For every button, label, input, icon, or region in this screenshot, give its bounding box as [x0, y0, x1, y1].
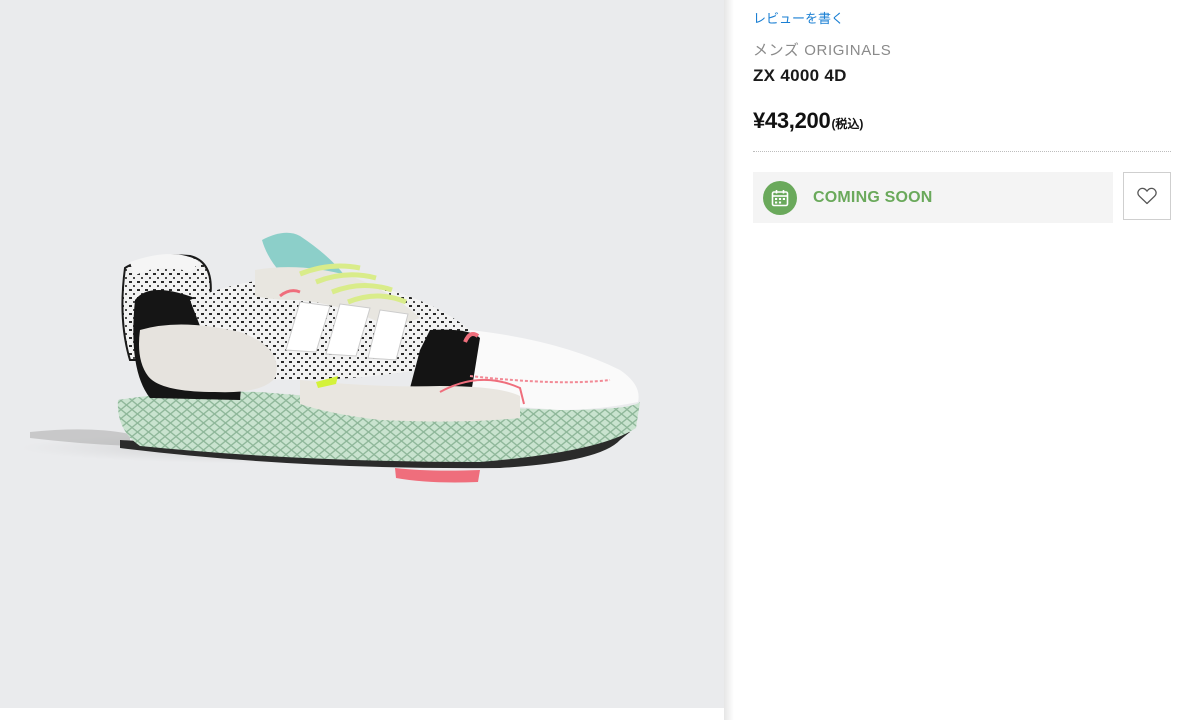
product-image-pane — [0, 0, 724, 708]
product-category: メンズ ORIGINALS — [753, 42, 892, 59]
calendar-icon — [763, 180, 797, 215]
page-bottom-strip — [0, 708, 724, 720]
product-price: ¥43,200 — [753, 108, 831, 133]
pane-divider — [724, 0, 734, 720]
price-row: ¥43,200(税込) — [753, 108, 863, 134]
coming-soon-label: COMING SOON — [813, 188, 933, 206]
wishlist-button[interactable] — [1123, 172, 1171, 220]
write-review-link[interactable]: レビューを書く — [753, 8, 844, 27]
heart-icon — [1137, 187, 1157, 205]
product-title: ZX 4000 4D — [753, 66, 847, 85]
product-page: レビューを書く メンズ ORIGINALS ZX 4000 4D ¥43,200… — [0, 0, 1200, 720]
tax-note: (税込) — [831, 117, 864, 131]
product-shoe-image[interactable] — [0, 0, 724, 708]
divider — [753, 151, 1171, 152]
coming-soon-banner: COMING SOON — [753, 172, 1113, 223]
product-info-pane: レビューを書く メンズ ORIGINALS ZX 4000 4D ¥43,200… — [734, 0, 1200, 720]
